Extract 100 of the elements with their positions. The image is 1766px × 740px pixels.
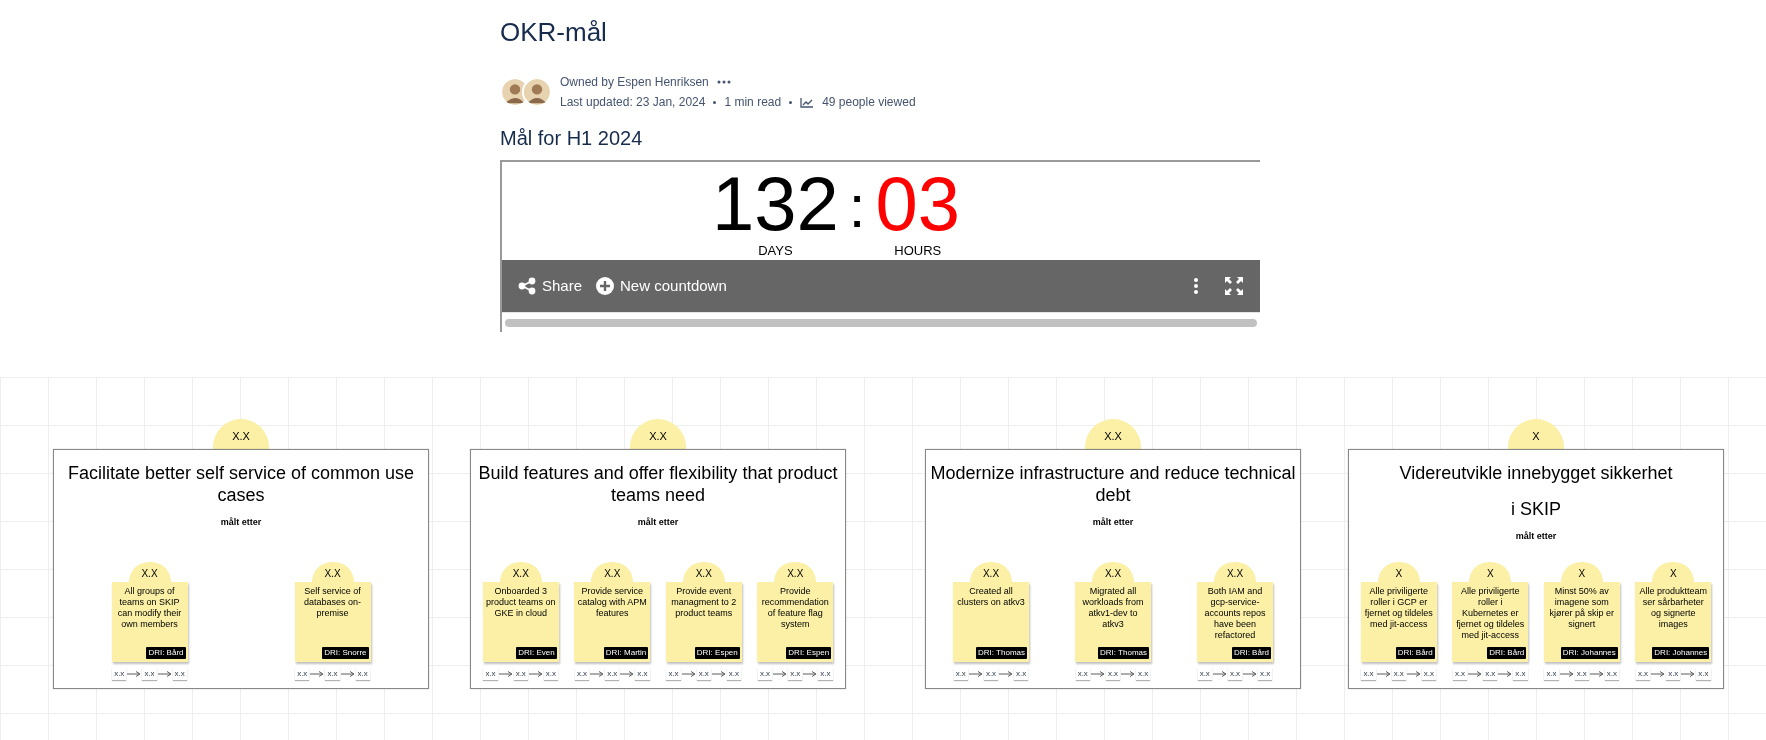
objective-badge: X bbox=[1508, 419, 1564, 449]
note-badge: X bbox=[1560, 562, 1603, 582]
arrow-icon bbox=[1090, 671, 1105, 677]
note-badge: X.X bbox=[774, 562, 817, 582]
measured-by-label: målt etter bbox=[1092, 516, 1134, 529]
dri-tag: DRI: Bård bbox=[1231, 647, 1271, 659]
step-label: x.x bbox=[635, 668, 650, 680]
note-text: Both IAM and gcp-service-accounts repos have been refactored bbox=[1203, 586, 1267, 642]
note-text: All groups of teams on SKIP can modify their own members bbox=[116, 586, 183, 631]
step-label: x.x bbox=[513, 668, 528, 680]
note-text: Migrated all workloads from atkv1-dev to atkv3 bbox=[1081, 586, 1145, 631]
arrow-icon bbox=[1651, 671, 1666, 677]
note-text: Alle priviligerte roller i GCP er fjernet og tildeles med jit-access bbox=[1363, 586, 1434, 631]
step-label: x.x bbox=[1544, 668, 1559, 680]
note-badge: X bbox=[1652, 562, 1695, 582]
arrow-icon bbox=[1376, 671, 1391, 677]
note-badge: X.X bbox=[311, 562, 354, 582]
arrow-icon bbox=[620, 671, 635, 677]
arrow-icon bbox=[310, 671, 325, 677]
step-label: x.x bbox=[953, 668, 968, 680]
step-label: x.x bbox=[1604, 668, 1620, 680]
note-text: Provide event managment to 2 product teams bbox=[670, 586, 738, 620]
arrow-icon bbox=[968, 671, 983, 677]
step-label: x.x bbox=[1696, 668, 1711, 680]
time-separator: : bbox=[848, 172, 866, 242]
note-badge: X.X bbox=[970, 562, 1012, 582]
step-label: x.x bbox=[1391, 668, 1406, 680]
arrow-icon bbox=[1212, 671, 1227, 677]
step-label: x.x bbox=[172, 668, 187, 680]
objective-badge: X.X bbox=[1085, 419, 1141, 449]
more-icon[interactable] bbox=[716, 80, 731, 84]
arrow-icon bbox=[157, 671, 172, 677]
step-label: x.x bbox=[605, 668, 620, 680]
arrow-icon bbox=[528, 671, 543, 677]
note-text: Provide service catalog with APM features bbox=[576, 586, 648, 620]
step-label: x.x bbox=[1421, 668, 1437, 680]
step-label: x.x bbox=[983, 668, 999, 680]
arrow-icon bbox=[803, 671, 818, 677]
countdown-number: 03 bbox=[875, 166, 960, 242]
avatar bbox=[522, 77, 552, 107]
note-badge: X.X bbox=[591, 562, 634, 582]
note-text: Alle produktteam ser sårbarheter og signerte images bbox=[1638, 586, 1708, 631]
step-label: x.x bbox=[1574, 668, 1589, 680]
step-label: x.x bbox=[666, 668, 681, 680]
arrow-icon bbox=[681, 671, 696, 677]
owner-text: Owned by Espen Henriksen bbox=[560, 74, 709, 91]
arrow-icon bbox=[1559, 671, 1574, 677]
objective-title: Videreutvikle innebygget sikkerhet bbox=[1399, 462, 1673, 484]
objective-title: Modernize infrastructure and reduce technical debt bbox=[930, 462, 1296, 506]
arrow-icon bbox=[498, 671, 513, 677]
updated-text: Last updated: 23 Jan, 2024 bbox=[560, 94, 706, 111]
step-label: x.x bbox=[1075, 668, 1090, 680]
step-label: x.x bbox=[1014, 668, 1029, 680]
step-label: x.x bbox=[483, 668, 498, 680]
dri-tag: DRI: Thomas bbox=[1098, 647, 1149, 659]
trend-chart-icon bbox=[800, 96, 815, 108]
dri-tag: DRI: Martin bbox=[603, 647, 649, 659]
step-label: x.x bbox=[1258, 668, 1273, 680]
step-label: x.x bbox=[1227, 668, 1243, 680]
arrow-icon bbox=[340, 671, 355, 677]
step-label: x.x bbox=[142, 668, 157, 680]
scrollbar[interactable] bbox=[505, 318, 1257, 327]
note-badge: X.X bbox=[499, 562, 542, 582]
step-label: x.x bbox=[295, 668, 310, 680]
note-badge: X.X bbox=[128, 562, 171, 582]
arrow-icon bbox=[1468, 671, 1483, 677]
note-badge: X.X bbox=[682, 562, 725, 582]
fullscreen-icon[interactable] bbox=[1224, 276, 1244, 296]
step-label: x.x bbox=[1483, 668, 1498, 680]
kebab-menu-icon[interactable] bbox=[1194, 278, 1198, 294]
step-label: x.x bbox=[1136, 668, 1151, 680]
objective-title: i SKIP bbox=[1511, 498, 1561, 520]
read-time-text: 1 min read bbox=[724, 94, 782, 111]
note-badge: X bbox=[1377, 562, 1420, 582]
views-text[interactable]: 49 people viewed bbox=[822, 92, 916, 112]
toolbar-action[interactable]: New countdown bbox=[596, 274, 727, 298]
plus-circle-icon bbox=[596, 277, 615, 295]
step-label: x.x bbox=[788, 668, 803, 680]
note-text: Onboarded 3 product teams on GKE in cloud bbox=[484, 586, 557, 620]
objective-badge: X.X bbox=[630, 419, 686, 449]
step-label: x.x bbox=[696, 668, 711, 680]
dri-tag: DRI: Espen bbox=[786, 647, 832, 659]
dot-separator-icon bbox=[789, 100, 793, 104]
dri-tag: DRI: Bård bbox=[1487, 647, 1527, 659]
step-label: x.x bbox=[1635, 668, 1651, 680]
note-text: Minst 50% av imagene som kjører på skip er signert bbox=[1548, 586, 1615, 631]
step-label: x.x bbox=[543, 668, 559, 680]
note-badge: X bbox=[1469, 562, 1512, 582]
note-text: Provide recommendation of feature flag system bbox=[760, 586, 830, 631]
dri-tag: DRI: Johannes bbox=[1560, 647, 1618, 659]
arrow-icon bbox=[1681, 671, 1696, 677]
note-badge: X.X bbox=[1092, 562, 1134, 582]
arrow-icon bbox=[1498, 671, 1513, 677]
dri-tag: DRI: Espen bbox=[694, 647, 740, 659]
note-text: Created all clusters on atkv3 bbox=[956, 586, 1026, 609]
toolbar-action[interactable]: Share bbox=[518, 274, 583, 298]
arrow-icon bbox=[1589, 671, 1604, 677]
step-label: x.x bbox=[726, 668, 742, 680]
step-label: x.x bbox=[1361, 668, 1376, 680]
arrow-icon bbox=[711, 671, 726, 677]
